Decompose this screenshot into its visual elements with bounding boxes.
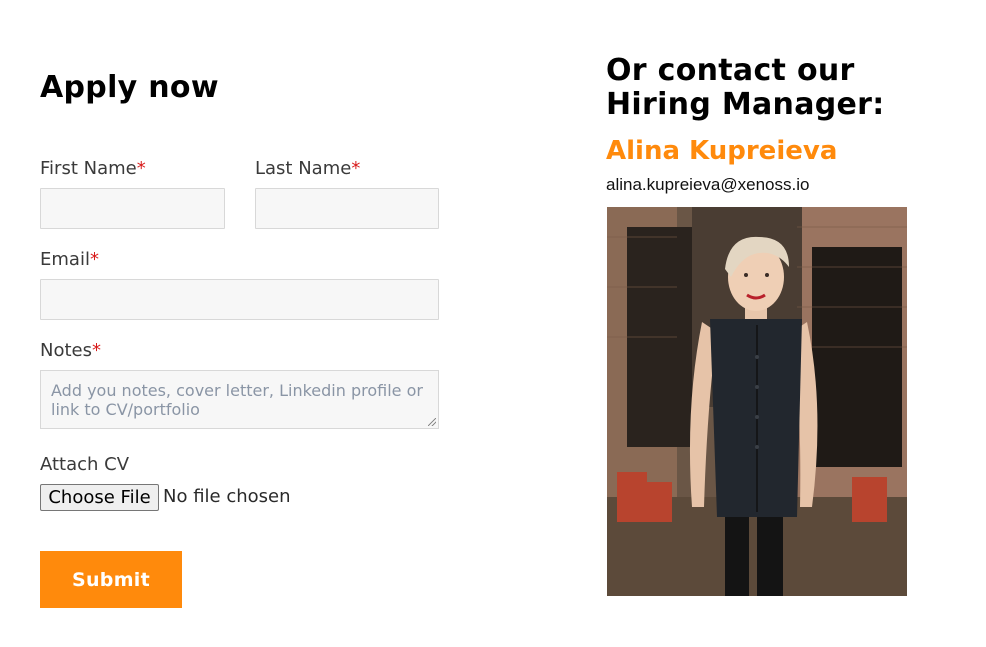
last-name-input[interactable] (255, 188, 439, 229)
notes-placeholder: Add you notes, cover letter, Linkedin pr… (51, 381, 423, 419)
required-mark: * (89, 249, 99, 270)
first-name-input[interactable] (40, 188, 225, 229)
contact-heading: Or contact our Hiring Manager: (606, 53, 885, 122)
notes-textarea[interactable]: Add you notes, cover letter, Linkedin pr… (40, 370, 439, 429)
choose-file-button[interactable]: Choose File (40, 484, 159, 511)
first-name-label: First Name* (40, 158, 146, 179)
notes-label: Notes* (40, 340, 101, 361)
email-input[interactable] (40, 279, 439, 320)
file-status: No file chosen (163, 486, 291, 507)
manager-photo (607, 207, 907, 596)
last-name-label: Last Name* (255, 158, 361, 179)
manager-email-link[interactable]: alina.kupreieva@xenoss.io (606, 175, 809, 195)
required-mark: * (136, 158, 146, 179)
manager-name: Alina Kupreieva (606, 136, 838, 166)
required-mark: * (92, 340, 101, 361)
resize-handle[interactable] (428, 418, 436, 426)
required-mark: * (351, 158, 361, 179)
submit-button[interactable]: Submit (40, 551, 182, 608)
email-label: Email* (40, 249, 99, 270)
attach-cv-label: Attach CV (40, 454, 130, 475)
page-title: Apply now (40, 70, 219, 105)
